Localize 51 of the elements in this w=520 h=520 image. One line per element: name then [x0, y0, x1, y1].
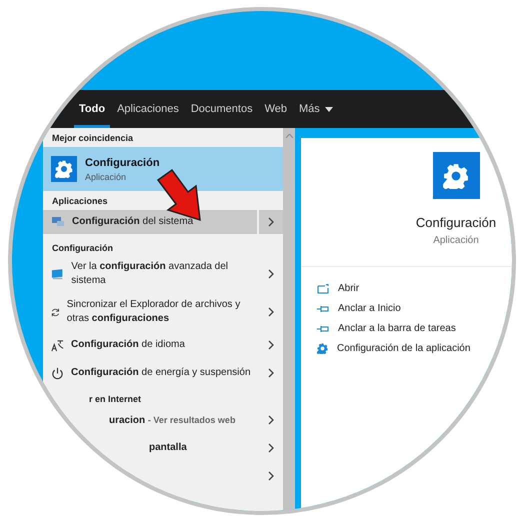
sync-icon: [51, 306, 60, 318]
settings-icon: [443, 162, 469, 188]
language-icon: [51, 338, 64, 352]
action-link[interactable]: Anclar a Inicio: [317, 303, 512, 314]
settings-icon: [55, 160, 73, 178]
result-label: Configuración de idioma: [71, 338, 185, 352]
result-item[interactable]: Ver la configuración avanzada del sistema: [43, 257, 283, 291]
search-tab[interactable]: Más: [294, 90, 338, 128]
section-header: Aplicaciones: [51, 195, 109, 208]
result-title: Configuración: [85, 156, 160, 168]
app-subtitle: Aplicación: [433, 235, 479, 246]
pin-icon: [317, 304, 329, 312]
scroll-up-icon[interactable]: [286, 134, 292, 138]
result-label: Configuración de energía y suspensión: [71, 366, 251, 380]
result-label: pantalla: [149, 441, 187, 455]
search-tab[interactable]: Aplicaciones: [112, 90, 184, 128]
computer-icon: [51, 216, 65, 228]
power-icon: [51, 366, 64, 380]
result-label: Sincronizar el Explorador de archivos y otras configuraciones: [66, 298, 242, 326]
result-subtitle: Aplicación: [85, 172, 128, 182]
result-item[interactable]: uracion - Ver resultados web: [43, 408, 283, 432]
section-header: Mejor coincidencia: [51, 132, 134, 145]
result-item[interactable]: pantalla: [43, 436, 283, 460]
section-header: Configuración: [51, 242, 114, 255]
result-label: Ver la configuración avanzada del sistema: [71, 260, 230, 288]
pin-icon: [317, 324, 329, 332]
chevron-icon: [268, 340, 274, 350]
section-header: r en Internet: [88, 393, 142, 406]
chevron-icon: [268, 217, 274, 227]
chevron-icon: [268, 269, 274, 279]
chevron-icon: [268, 307, 274, 317]
result-item[interactable]: Sincronizar el Explorador de archivos y otras configuraciones: [43, 295, 283, 329]
result-item[interactable]: Configuración de energía y suspensión: [43, 361, 283, 385]
caret-icon: [324, 106, 333, 112]
action-link[interactable]: Anclar a la barra de tareas: [317, 323, 512, 334]
action-link[interactable]: Abrir: [317, 283, 512, 294]
action-link[interactable]: Configuración de la aplicación: [317, 343, 512, 354]
chevron-icon: [268, 471, 274, 481]
window-icon: [317, 284, 329, 294]
app-title: Configuración: [416, 215, 496, 230]
chevron-icon: [268, 443, 274, 453]
result-label: Configuración del sistema: [72, 215, 194, 229]
result-label: uracion - Ver resultados web: [109, 414, 236, 428]
chevron-icon: [268, 415, 274, 425]
search-tab[interactable]: Web: [260, 90, 292, 128]
chevron-icon: [268, 368, 274, 378]
result-item[interactable]: Configuración de idioma: [43, 333, 283, 357]
monitor-icon: [51, 268, 64, 280]
search-tab[interactable]: Documentos: [186, 90, 258, 128]
best-match-item[interactable]: Configuración Aplicación: [43, 147, 283, 191]
settings-icon: [317, 343, 328, 354]
